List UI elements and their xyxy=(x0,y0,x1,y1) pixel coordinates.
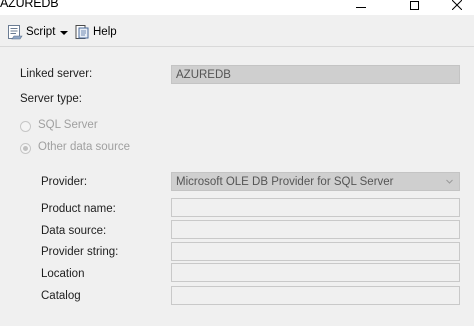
close-icon xyxy=(452,0,462,10)
product-name-label: Product name: xyxy=(41,203,116,215)
provider-string-field[interactable] xyxy=(171,242,460,261)
help-label: Help xyxy=(93,26,117,38)
data-source-label: Data source: xyxy=(41,225,107,237)
script-label: Script xyxy=(26,26,56,38)
location-label: Location xyxy=(41,268,85,280)
provider-select[interactable]: Microsoft OLE DB Provider for SQL Server xyxy=(171,172,460,191)
catalog-field[interactable] xyxy=(171,286,460,305)
other-data-source-radio-label: Other data source xyxy=(38,141,131,153)
minimize-icon xyxy=(356,7,366,8)
linked-server-field[interactable]: AZUREDB xyxy=(171,65,460,84)
product-name-field[interactable] xyxy=(171,198,460,217)
linked-server-label: Linked server: xyxy=(20,68,93,80)
sql-server-radio-label: SQL Server xyxy=(38,119,98,131)
catalog-label: Catalog xyxy=(41,290,81,302)
other-data-source-radio[interactable] xyxy=(20,143,31,154)
toolbar: Script Help xyxy=(0,15,474,47)
maximize-icon xyxy=(409,1,419,10)
title-bar: AZUREDB xyxy=(0,0,474,15)
help-icon xyxy=(75,25,89,39)
minimize-button[interactable] xyxy=(338,0,384,15)
radio-selected-dot xyxy=(23,146,28,151)
sql-server-radio[interactable] xyxy=(20,121,31,132)
provider-string-label: Provider string: xyxy=(41,246,119,258)
close-button[interactable] xyxy=(434,0,474,15)
general-page: Linked server: AZUREDB Server type: SQL … xyxy=(0,47,474,326)
chevron-down-icon[interactable] xyxy=(59,29,69,37)
script-icon xyxy=(8,25,23,40)
window-title: AZUREDB xyxy=(0,0,59,10)
maximize-button[interactable] xyxy=(391,0,437,15)
chevron-down-icon xyxy=(446,179,453,184)
provider-value: Microsoft OLE DB Provider for SQL Server xyxy=(176,176,394,188)
linked-server-value: AZUREDB xyxy=(176,69,231,81)
location-field[interactable] xyxy=(171,263,460,282)
provider-label: Provider: xyxy=(41,176,88,188)
server-type-label: Server type: xyxy=(20,93,82,105)
script-button[interactable]: Script xyxy=(7,24,55,40)
help-button[interactable]: Help xyxy=(74,24,117,40)
data-source-field[interactable] xyxy=(171,220,460,239)
